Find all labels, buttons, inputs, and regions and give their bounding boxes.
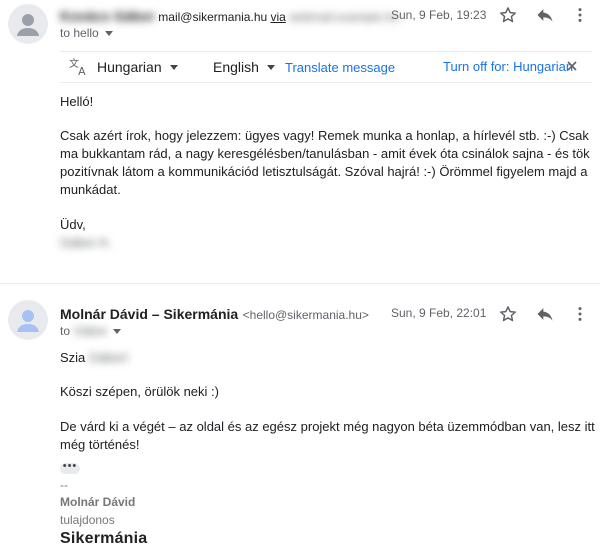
source-language-select[interactable]: Hungarian bbox=[97, 59, 178, 75]
star-icon[interactable] bbox=[496, 302, 520, 326]
star-icon[interactable] bbox=[496, 3, 520, 27]
message-body: Helló! Csak azért írok, hogy jelezzem: ü… bbox=[60, 93, 596, 252]
body-line-2: De várd ki a végét – az oldal és az egés… bbox=[60, 419, 595, 452]
sender-name[interactable]: Molnár Dávid – Sikermánia bbox=[60, 306, 238, 322]
message-date: Sun, 9 Feb, 19:23 bbox=[391, 8, 487, 22]
message-2: Molnár Dávid – Sikermánia <hello@sikerma… bbox=[0, 284, 600, 554]
translate-icon: 文A bbox=[68, 57, 90, 77]
recipient-prefix: to bbox=[60, 324, 71, 338]
sender-line: Molnár Dávid – Sikermánia <hello@sikerma… bbox=[60, 306, 369, 324]
recipient-label: to hello bbox=[60, 26, 99, 40]
signature-title: tulajdonos bbox=[60, 513, 115, 527]
avatar-icon[interactable] bbox=[8, 4, 48, 44]
recipient-dropdown[interactable]: to hello bbox=[60, 26, 113, 40]
greeting-word: Szia bbox=[60, 350, 86, 365]
more-vert-icon[interactable] bbox=[568, 302, 592, 326]
signature-dashes: -- bbox=[60, 478, 68, 492]
avatar-icon[interactable] bbox=[8, 300, 48, 340]
target-language-select[interactable]: English bbox=[213, 59, 275, 75]
ellipsis-row: ••• bbox=[60, 456, 596, 474]
via-address: webmail.example.hu bbox=[289, 10, 399, 24]
sender-email: mail@sikermania.hu bbox=[158, 10, 268, 24]
reply-icon[interactable] bbox=[533, 3, 557, 27]
greeting-line: Helló! bbox=[60, 94, 94, 109]
message-date: Sun, 9 Feb, 22:01 bbox=[391, 306, 487, 320]
via-link[interactable]: via bbox=[271, 10, 286, 24]
greeting-line: Szia Gábor! bbox=[60, 349, 596, 367]
sender-line: Kovács Gábor mail@sikermania.hu via webm… bbox=[60, 8, 399, 24]
reply-icon[interactable] bbox=[533, 302, 557, 326]
body-line-1: Köszi szépen, örülök neki :) bbox=[60, 384, 219, 399]
target-language-label: English bbox=[213, 59, 259, 75]
chevron-down-icon bbox=[104, 30, 113, 36]
more-vert-icon[interactable] bbox=[568, 3, 592, 27]
sikermania-logo: Sikermánia bbox=[60, 530, 148, 547]
body-paragraph: Csak azért írok, hogy jelezzem: ügyes va… bbox=[60, 128, 590, 197]
translate-message-link[interactable]: Translate message bbox=[285, 60, 395, 75]
turn-off-translate-link[interactable]: Turn off for: Hungarian bbox=[443, 59, 573, 74]
sender-name[interactable]: Kovács Gábor bbox=[60, 8, 155, 24]
message-1: Kovács Gábor mail@sikermania.hu via webm… bbox=[0, 0, 600, 283]
message-body: Szia Gábor! Köszi szépen, örülök neki :)… bbox=[60, 349, 596, 474]
translate-bar: 文A Hungarian English Translate message T… bbox=[60, 51, 592, 83]
closing-line: Üdv, bbox=[60, 217, 86, 232]
show-trimmed-content-button[interactable]: ••• bbox=[60, 461, 80, 474]
sender-email: <hello@sikermania.hu> bbox=[242, 308, 369, 322]
chevron-down-icon bbox=[113, 328, 122, 334]
greeting-name: Gábor! bbox=[88, 350, 129, 365]
recipient-name: Gábor bbox=[74, 324, 108, 338]
close-icon[interactable] bbox=[566, 60, 578, 72]
svg-text:A: A bbox=[78, 65, 86, 77]
recipient-dropdown[interactable]: to Gábor bbox=[60, 324, 122, 338]
chevron-down-icon bbox=[266, 64, 275, 70]
source-language-label: Hungarian bbox=[97, 59, 162, 75]
signature-name: Gábor K. bbox=[60, 235, 113, 250]
signature-name: Molnár Dávid bbox=[60, 495, 136, 509]
chevron-down-icon bbox=[169, 64, 178, 70]
